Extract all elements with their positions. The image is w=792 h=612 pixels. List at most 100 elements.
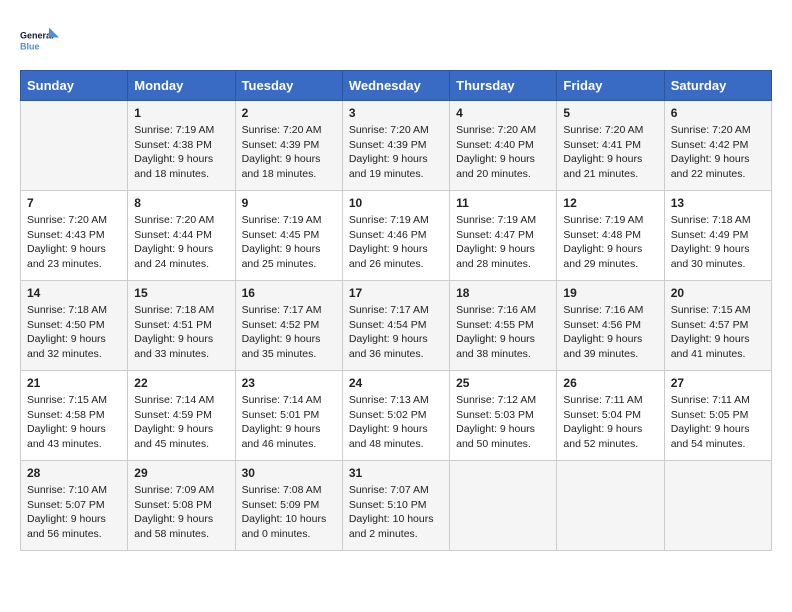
calendar-cell: 13 Sunrise: 7:18 AM Sunset: 4:49 PM Dayli… (664, 191, 771, 281)
calendar-cell: 18 Sunrise: 7:16 AM Sunset: 4:55 PM Dayli… (450, 281, 557, 371)
logo: GeneralBlue (20, 20, 60, 60)
day-content: Sunrise: 7:18 AM Sunset: 4:51 PM Dayligh… (134, 303, 228, 362)
day-number: 29 (134, 466, 228, 480)
day-content: Sunrise: 7:19 AM Sunset: 4:38 PM Dayligh… (134, 123, 228, 182)
svg-text:Blue: Blue (20, 42, 40, 52)
day-number: 5 (563, 106, 657, 120)
day-content: Sunrise: 7:17 AM Sunset: 4:52 PM Dayligh… (242, 303, 336, 362)
day-number: 27 (671, 376, 765, 390)
calendar-cell: 12 Sunrise: 7:19 AM Sunset: 4:48 PM Dayli… (557, 191, 664, 281)
calendar-week-5: 28 Sunrise: 7:10 AM Sunset: 5:07 PM Dayli… (21, 461, 772, 551)
calendar-cell: 23Sunrise: 7:14 AM Sunset: 5:01 PM Dayli… (235, 371, 342, 461)
calendar-week-4: 21 Sunrise: 7:15 AM Sunset: 4:58 PM Dayli… (21, 371, 772, 461)
calendar-cell: 7 Sunrise: 7:20 AM Sunset: 4:43 PM Daylig… (21, 191, 128, 281)
day-content: Sunrise: 7:11 AM Sunset: 5:05 PM Dayligh… (671, 393, 765, 452)
day-number: 8 (134, 196, 228, 210)
day-number: 4 (456, 106, 550, 120)
day-number: 31 (349, 466, 443, 480)
day-content: Sunrise: 7:10 AM Sunset: 5:07 PM Dayligh… (27, 483, 121, 542)
day-content: Sunrise: 7:16 AM Sunset: 4:55 PM Dayligh… (456, 303, 550, 362)
calendar-header-monday: Monday (128, 71, 235, 101)
day-content: Sunrise: 7:20 AM Sunset: 4:42 PM Dayligh… (671, 123, 765, 182)
svg-text:General: General (20, 31, 54, 41)
calendar-week-2: 7 Sunrise: 7:20 AM Sunset: 4:43 PM Daylig… (21, 191, 772, 281)
day-content: Sunrise: 7:19 AM Sunset: 4:46 PM Dayligh… (349, 213, 443, 272)
calendar-cell: 30Sunrise: 7:08 AM Sunset: 5:09 PM Dayli… (235, 461, 342, 551)
day-number: 24 (349, 376, 443, 390)
calendar-header-tuesday: Tuesday (235, 71, 342, 101)
day-number: 6 (671, 106, 765, 120)
day-number: 12 (563, 196, 657, 210)
calendar-cell: 26 Sunrise: 7:11 AM Sunset: 5:04 PM Dayli… (557, 371, 664, 461)
day-number: 18 (456, 286, 550, 300)
calendar-cell: 16 Sunrise: 7:17 AM Sunset: 4:52 PM Dayli… (235, 281, 342, 371)
calendar-header-thursday: Thursday (450, 71, 557, 101)
calendar-cell: 25 Sunrise: 7:12 AM Sunset: 5:03 PM Dayli… (450, 371, 557, 461)
calendar-cell: 1 Sunrise: 7:19 AM Sunset: 4:38 PM Daylig… (128, 101, 235, 191)
calendar-cell: 20 Sunrise: 7:15 AM Sunset: 4:57 PM Dayli… (664, 281, 771, 371)
day-content: Sunrise: 7:14 AM Sunset: 4:59 PM Dayligh… (134, 393, 228, 452)
calendar-cell: 29Sunrise: 7:09 AM Sunset: 5:08 PM Dayli… (128, 461, 235, 551)
calendar-header-row: SundayMondayTuesdayWednesdayThursdayFrid… (21, 71, 772, 101)
day-content: Sunrise: 7:19 AM Sunset: 4:47 PM Dayligh… (456, 213, 550, 272)
calendar-cell: 21 Sunrise: 7:15 AM Sunset: 4:58 PM Dayli… (21, 371, 128, 461)
calendar-header-saturday: Saturday (664, 71, 771, 101)
page-header: GeneralBlue (20, 20, 772, 60)
day-content: Sunrise: 7:11 AM Sunset: 5:04 PM Dayligh… (563, 393, 657, 452)
day-number: 13 (671, 196, 765, 210)
calendar-cell: 3Sunrise: 7:20 AM Sunset: 4:39 PM Daylig… (342, 101, 449, 191)
day-content: Sunrise: 7:07 AM Sunset: 5:10 PM Dayligh… (349, 483, 443, 542)
day-number: 1 (134, 106, 228, 120)
day-number: 20 (671, 286, 765, 300)
calendar-cell: 4Sunrise: 7:20 AM Sunset: 4:40 PM Daylig… (450, 101, 557, 191)
day-number: 26 (563, 376, 657, 390)
calendar-cell: 27 Sunrise: 7:11 AM Sunset: 5:05 PM Dayli… (664, 371, 771, 461)
day-number: 14 (27, 286, 121, 300)
day-content: Sunrise: 7:15 AM Sunset: 4:58 PM Dayligh… (27, 393, 121, 452)
day-content: Sunrise: 7:20 AM Sunset: 4:43 PM Dayligh… (27, 213, 121, 272)
calendar-cell (557, 461, 664, 551)
day-content: Sunrise: 7:08 AM Sunset: 5:09 PM Dayligh… (242, 483, 336, 542)
calendar-cell: 10 Sunrise: 7:19 AM Sunset: 4:46 PM Dayli… (342, 191, 449, 281)
day-content: Sunrise: 7:20 AM Sunset: 4:39 PM Dayligh… (242, 123, 336, 182)
day-number: 16 (242, 286, 336, 300)
calendar-cell (450, 461, 557, 551)
calendar-cell: 14 Sunrise: 7:18 AM Sunset: 4:50 PM Dayli… (21, 281, 128, 371)
day-content: Sunrise: 7:15 AM Sunset: 4:57 PM Dayligh… (671, 303, 765, 362)
calendar-header-sunday: Sunday (21, 71, 128, 101)
day-number: 2 (242, 106, 336, 120)
day-number: 3 (349, 106, 443, 120)
calendar-cell (21, 101, 128, 191)
day-number: 7 (27, 196, 121, 210)
logo-icon: GeneralBlue (20, 20, 60, 60)
day-content: Sunrise: 7:16 AM Sunset: 4:56 PM Dayligh… (563, 303, 657, 362)
calendar-header-wednesday: Wednesday (342, 71, 449, 101)
calendar-cell: 15Sunrise: 7:18 AM Sunset: 4:51 PM Dayli… (128, 281, 235, 371)
calendar-table: SundayMondayTuesdayWednesdayThursdayFrid… (20, 70, 772, 551)
day-number: 11 (456, 196, 550, 210)
day-number: 21 (27, 376, 121, 390)
calendar-cell: 17Sunrise: 7:17 AM Sunset: 4:54 PM Dayli… (342, 281, 449, 371)
day-content: Sunrise: 7:17 AM Sunset: 4:54 PM Dayligh… (349, 303, 443, 362)
day-content: Sunrise: 7:20 AM Sunset: 4:41 PM Dayligh… (563, 123, 657, 182)
calendar-cell: 5 Sunrise: 7:20 AM Sunset: 4:41 PM Daylig… (557, 101, 664, 191)
day-content: Sunrise: 7:19 AM Sunset: 4:48 PM Dayligh… (563, 213, 657, 272)
day-content: Sunrise: 7:18 AM Sunset: 4:49 PM Dayligh… (671, 213, 765, 272)
day-number: 22 (134, 376, 228, 390)
calendar-cell: 19 Sunrise: 7:16 AM Sunset: 4:56 PM Dayli… (557, 281, 664, 371)
day-number: 10 (349, 196, 443, 210)
calendar-header-friday: Friday (557, 71, 664, 101)
calendar-cell: 8Sunrise: 7:20 AM Sunset: 4:44 PM Daylig… (128, 191, 235, 281)
day-number: 9 (242, 196, 336, 210)
calendar-cell: 24Sunrise: 7:13 AM Sunset: 5:02 PM Dayli… (342, 371, 449, 461)
calendar-cell: 9Sunrise: 7:19 AM Sunset: 4:45 PM Daylig… (235, 191, 342, 281)
day-content: Sunrise: 7:14 AM Sunset: 5:01 PM Dayligh… (242, 393, 336, 452)
day-number: 19 (563, 286, 657, 300)
calendar-cell: 6 Sunrise: 7:20 AM Sunset: 4:42 PM Daylig… (664, 101, 771, 191)
day-content: Sunrise: 7:18 AM Sunset: 4:50 PM Dayligh… (27, 303, 121, 362)
day-content: Sunrise: 7:12 AM Sunset: 5:03 PM Dayligh… (456, 393, 550, 452)
calendar-cell (664, 461, 771, 551)
day-number: 28 (27, 466, 121, 480)
day-number: 25 (456, 376, 550, 390)
calendar-cell: 28 Sunrise: 7:10 AM Sunset: 5:07 PM Dayli… (21, 461, 128, 551)
